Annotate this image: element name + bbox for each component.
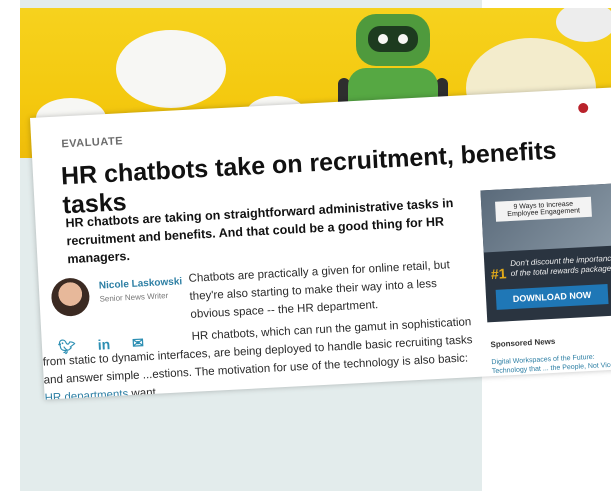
ad-copy: Don't discount the importance of the tot… <box>510 253 611 279</box>
author-avatar[interactable] <box>50 277 91 318</box>
robot-eye <box>398 34 408 44</box>
robot-head-icon <box>356 14 430 66</box>
article-paragraph: Chatbots are practically a given for onl… <box>188 255 470 324</box>
speech-bubble <box>556 8 611 42</box>
robot-face <box>368 26 418 52</box>
author-name[interactable]: Nicole Laskowski <box>99 276 183 291</box>
sponsored-news-link[interactable]: Digital Workspaces of the Future: Techno… <box>491 351 611 385</box>
ad-rank: #1 <box>490 265 507 283</box>
article-category[interactable]: EVALUATE <box>61 135 123 150</box>
notification-icon[interactable] <box>577 102 589 114</box>
download-now-button[interactable]: DOWNLOAD NOW <box>495 284 609 310</box>
speech-bubble <box>116 30 226 108</box>
robot-eye <box>378 34 388 44</box>
paragraph-text: Chatbots are practically a given for onl… <box>188 259 451 321</box>
article-page: EVALUATE HR chatbots take on recruitment… <box>30 87 611 400</box>
author-role: Senior News Writer <box>99 291 169 304</box>
sidebar-ad[interactable]: 9 Ways to Increase Employee Engagement #… <box>480 183 611 323</box>
sponsored-news-title: Sponsored News <box>490 336 556 350</box>
paragraph-text: HR chatbots, which can run the gamut in … <box>42 316 473 387</box>
